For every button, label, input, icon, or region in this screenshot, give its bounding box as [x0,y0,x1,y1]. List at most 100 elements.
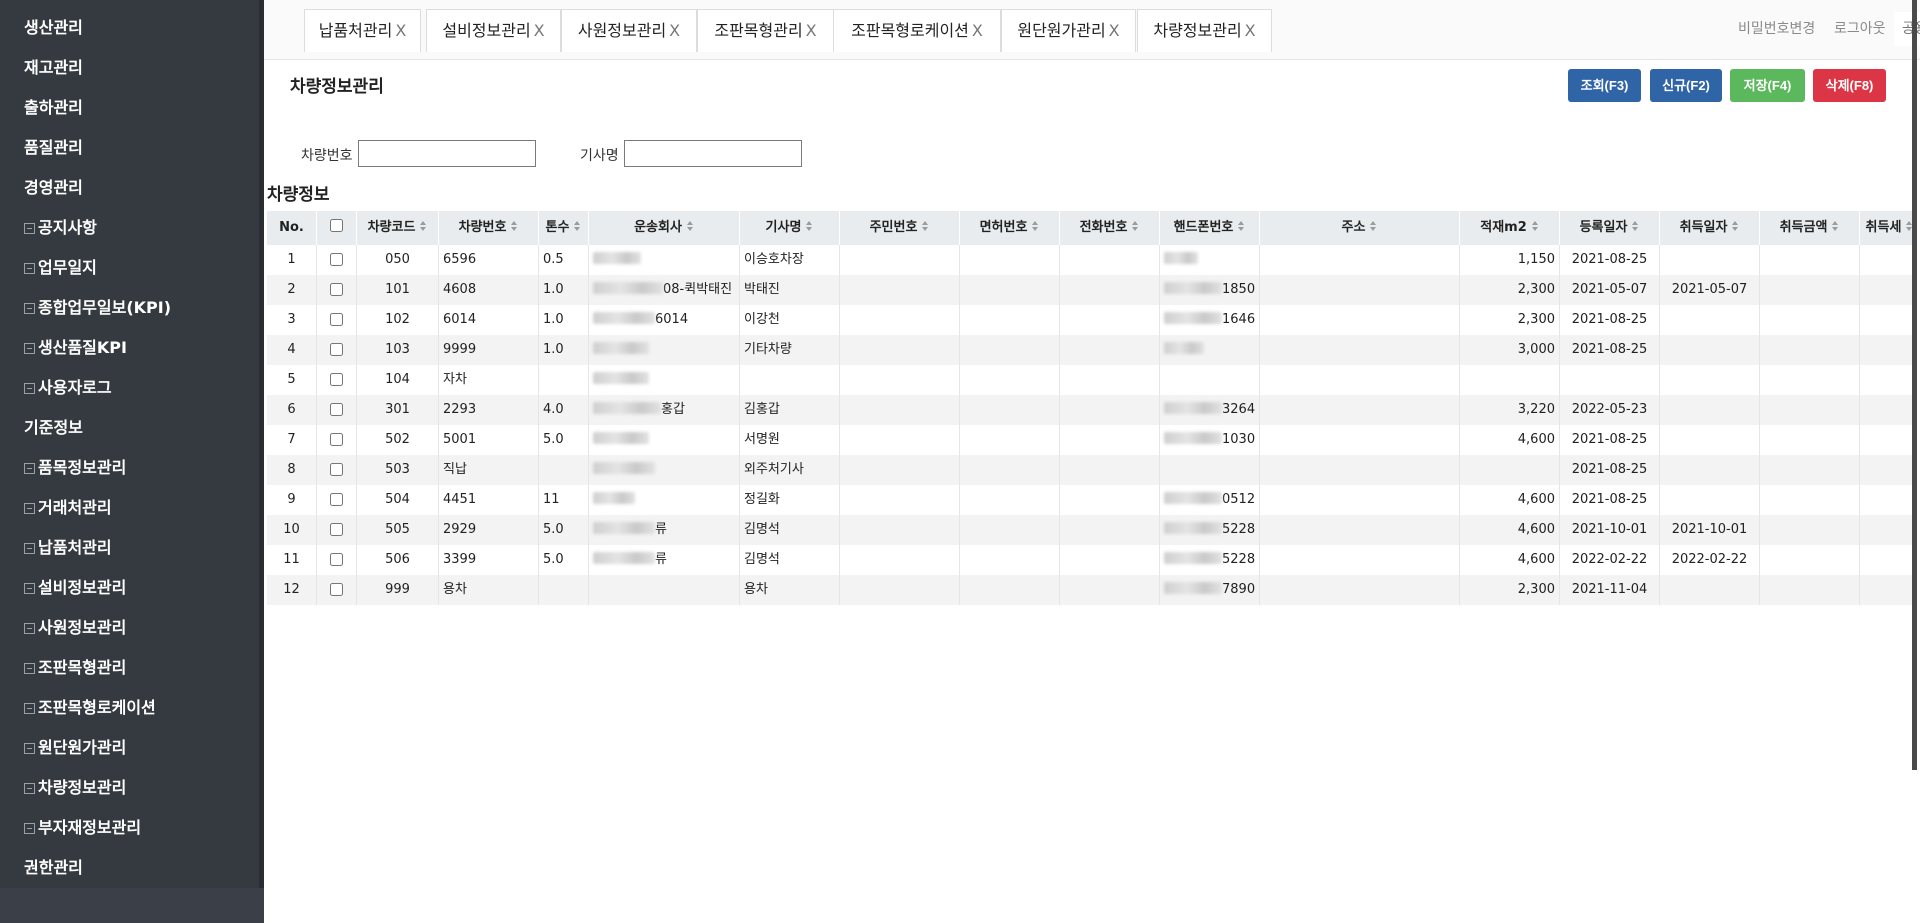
sidebar-item[interactable]: 종합업무일보(KPI) [0,288,259,328]
column-header[interactable]: 차량코드 [357,211,439,245]
row-checkbox[interactable] [330,403,343,416]
column-header[interactable]: 전화번호 [1060,211,1160,245]
column-header[interactable]: 톤수 [539,211,589,245]
column-header[interactable]: 운송회사 [589,211,740,245]
tab-close-icon[interactable]: X [1245,21,1256,40]
sidebar-item[interactable]: 경영관리 [0,168,259,208]
row-checkbox[interactable] [330,493,343,506]
column-header[interactable]: 주소 [1260,211,1460,245]
sidebar-item[interactable]: 사원정보관리 [0,608,259,648]
sidebar-item[interactable]: 업무일지 [0,248,259,288]
table-row[interactable]: 4 103 9999 1.0 기타차량 3,000 2021-08-25 [267,335,1914,365]
sidebar-item[interactable]: 품질관리 [0,128,259,168]
tab-close-icon[interactable]: X [972,21,983,40]
sort-icon[interactable] [1732,221,1739,231]
sidebar-item[interactable]: 권한관리 [0,848,259,888]
column-header[interactable]: 주민번호 [840,211,960,245]
table-row[interactable]: 5 104 자차 [267,365,1914,395]
table-row[interactable]: 10 505 2929 5.0 류 김명석 5228 4,600 2021-10-01 2021-… [267,515,1914,545]
sidebar-item[interactable]: 생산관리 [0,8,259,48]
row-checkbox[interactable] [330,313,343,326]
tab[interactable]: 설비정보관리 X [426,9,561,52]
sidebar-item[interactable]: 거래처관리 [0,488,259,528]
tab-close-icon[interactable]: X [669,21,680,40]
sidebar-item[interactable]: 조판목형로케이션 [0,688,259,728]
column-header[interactable]: 핸드폰번호 [1160,211,1260,245]
save-button[interactable]: 저장(F4) [1730,69,1805,102]
row-checkbox[interactable] [330,253,343,266]
table-row[interactable]: 12 999 용차 용차 7890 2,300 2021-11-04 [267,575,1914,605]
column-header[interactable]: 등록일자 [1560,211,1660,245]
column-header[interactable]: 면허번호 [960,211,1060,245]
column-header[interactable]: 취득금액 [1760,211,1860,245]
sort-icon[interactable] [420,221,427,231]
row-checkbox[interactable] [330,433,343,446]
tab-close-icon[interactable]: X [395,21,406,40]
column-header[interactable]: 기사명 [740,211,840,245]
sort-icon[interactable] [686,221,694,231]
select-all-checkbox[interactable] [330,219,343,232]
tab[interactable]: 사원정보관리 X [561,9,697,52]
sidebar-item[interactable]: 납품처관리 [0,528,259,568]
tab[interactable]: 원단원가관리 X [1001,9,1136,52]
tab-close-icon[interactable]: X [534,21,545,40]
new-button[interactable]: 신규(F2) [1650,69,1722,102]
sort-icon[interactable] [1238,221,1245,231]
row-checkbox[interactable] [330,583,343,596]
row-checkbox[interactable] [330,553,343,566]
vehicle-no-input[interactable] [358,140,536,167]
column-header[interactable]: 취득세 [1860,211,1914,245]
sort-icon[interactable] [922,221,929,231]
column-header[interactable]: No. [267,211,317,245]
sort-icon[interactable] [1032,221,1039,231]
tab[interactable]: 차량정보관리 X [1137,9,1272,52]
sort-icon[interactable] [1832,221,1839,231]
sidebar-item[interactable]: 사용자로그 [0,368,259,408]
page-scrollbar[interactable] [1912,0,1917,770]
sort-icon[interactable] [574,221,581,231]
sidebar-item[interactable]: 재고관리 [0,48,259,88]
table-row[interactable]: 3 102 6014 1.0 6014 이강천 1646 2,300 2021-08-25 [267,305,1914,335]
sidebar-item[interactable]: 조판목형관리 [0,648,259,688]
row-checkbox[interactable] [330,343,343,356]
row-checkbox[interactable] [330,283,343,296]
sort-icon[interactable] [806,221,813,231]
sidebar-item[interactable]: 기준정보 [0,408,259,448]
sidebar-item[interactable]: 차량정보관리 [0,768,259,808]
tab-close-icon[interactable]: X [806,21,817,40]
table-row[interactable]: 1 050 6596 0.5 이승호차장 1,150 2021-08-25 [267,245,1914,275]
sidebar-item[interactable]: 원단원가관리 [0,728,259,768]
row-checkbox[interactable] [330,373,343,386]
row-checkbox[interactable] [330,523,343,536]
change-password-link[interactable]: 비밀번호변경 [1738,18,1815,38]
tab[interactable]: 조판목형로케이션 X [833,9,1001,52]
sort-icon[interactable] [511,221,518,231]
row-checkbox[interactable] [330,463,343,476]
column-header[interactable]: 적재m2 [1460,211,1560,245]
table-row[interactable]: 11 506 3399 5.0 류 김명석 5228 4,600 2022-02-22 2022-… [267,545,1914,575]
column-header[interactable]: 차량번호 [439,211,539,245]
sidebar-item[interactable]: 출하관리 [0,88,259,128]
sidebar-item[interactable]: 설비정보관리 [0,568,259,608]
sidebar-item[interactable]: 생산품질KPI [0,328,259,368]
logout-link[interactable]: 로그아웃 [1834,18,1886,38]
table-row[interactable]: 6 301 2293 4.0 홍갑 김홍갑 3264 3,220 2022-05-23 [267,395,1914,425]
tab[interactable]: 납품처관리 X [304,9,421,52]
sidebar-item[interactable]: 부자재정보관리 [0,808,259,848]
delete-button[interactable]: 삭제(F8) [1813,69,1886,102]
search-button[interactable]: 조회(F3) [1568,69,1641,102]
sort-icon[interactable] [1132,221,1139,231]
sidebar-scrollbar[interactable] [259,0,264,888]
tab-close-icon[interactable]: X [1109,21,1120,40]
driver-input[interactable] [624,140,802,167]
table-row[interactable]: 2 101 4608 1.0 08-퀵박태진 박태진 1850 2,300 2021-05-07… [267,275,1914,305]
sidebar-item[interactable]: 품목정보관리 [0,448,259,488]
sidebar-item[interactable]: 공지사항 [0,208,259,248]
sort-icon[interactable] [1531,221,1539,231]
table-row[interactable]: 7 502 5001 5.0 서명원 1030 4,600 2021-08-25 [267,425,1914,455]
sort-icon[interactable] [1632,221,1639,231]
table-row[interactable]: 9 504 4451 11 정길화 0512 4,600 2021-08-25 [267,485,1914,515]
table-row[interactable]: 8 503 직납 외주처기사 2021-08-25 [267,455,1914,485]
tab[interactable]: 조판목형관리 X [697,9,834,52]
sort-icon[interactable] [1370,221,1377,231]
